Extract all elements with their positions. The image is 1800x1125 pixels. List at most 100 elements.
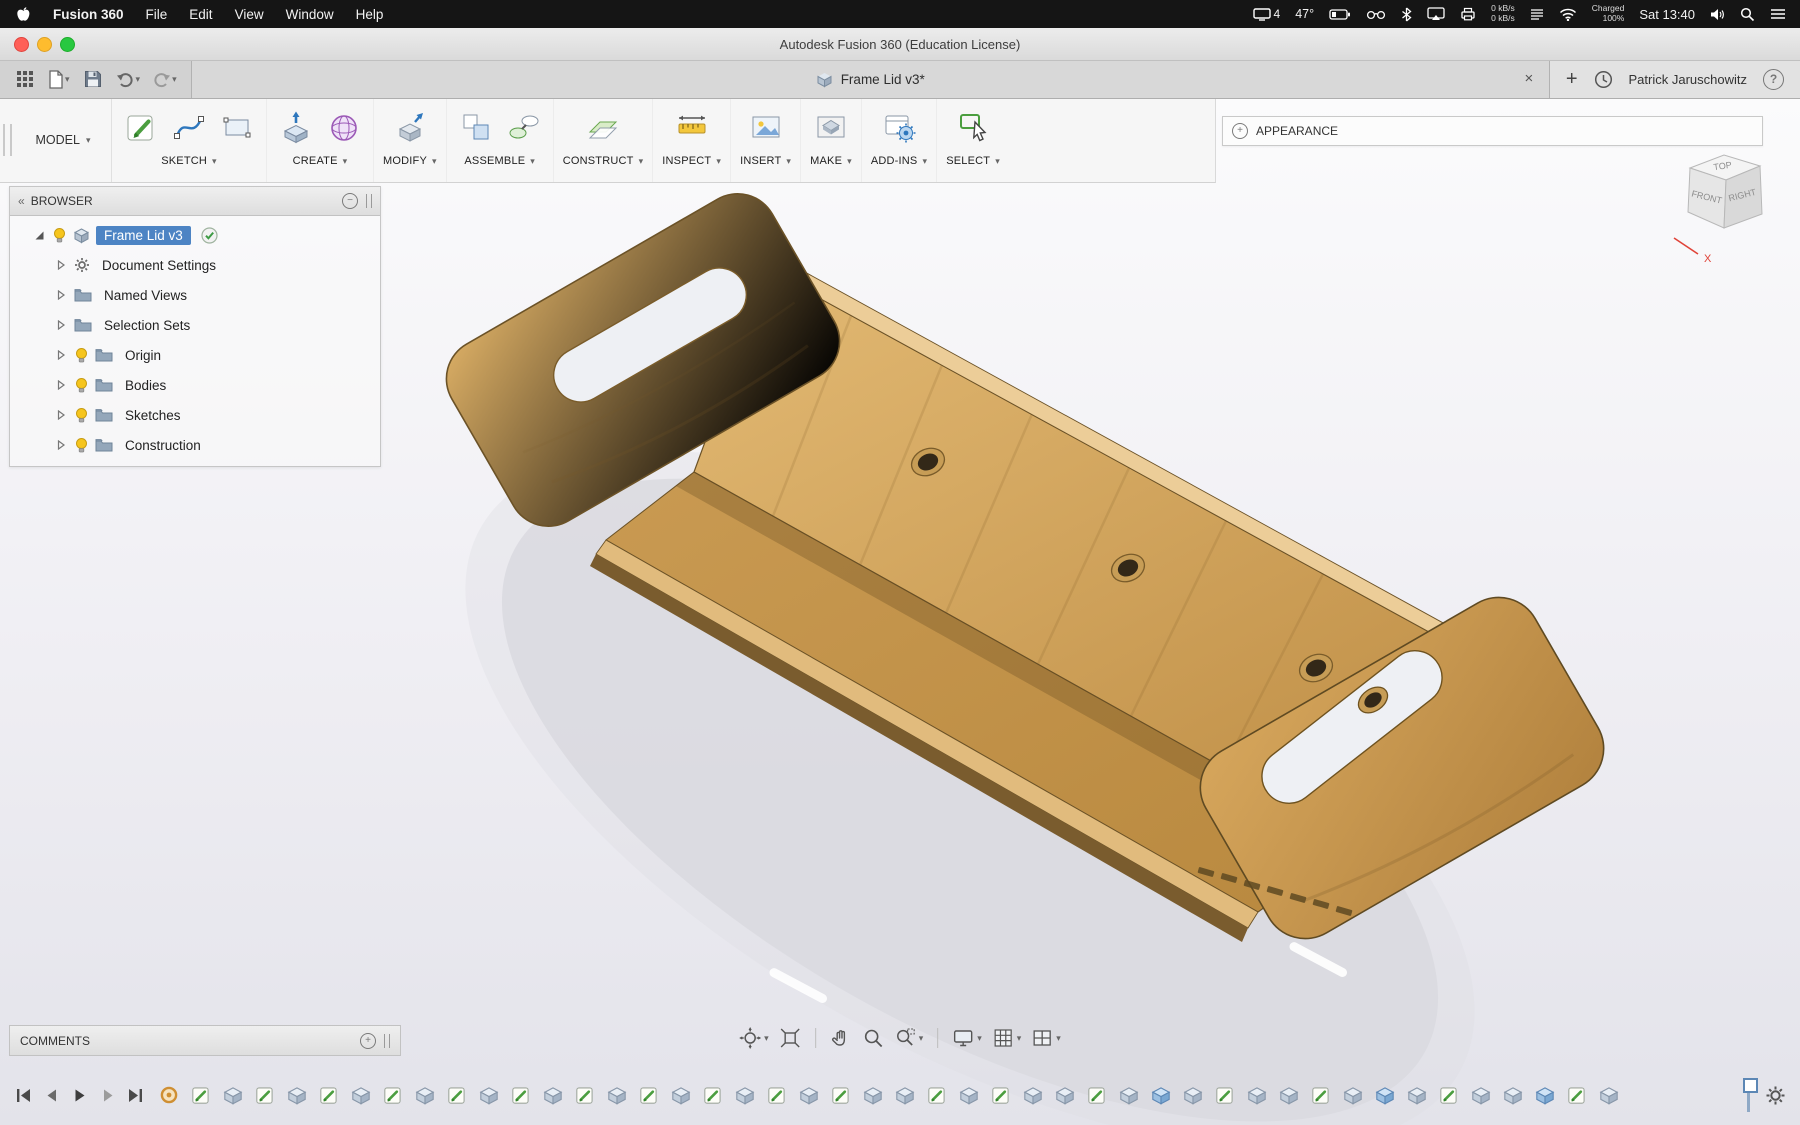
menu-item-window[interactable]: Window [286,7,334,22]
visibility-bulb-icon[interactable] [74,347,89,364]
timeline-feature-extrude[interactable] [1501,1083,1525,1107]
browser-item-selection-sets[interactable]: Selection Sets [10,310,380,340]
browser-header[interactable]: « BROWSER − [10,187,380,216]
timeline-feature-sketch[interactable] [1213,1083,1237,1107]
temperature-readout[interactable]: 47° [1295,7,1314,21]
panel-drag-handle[interactable] [366,194,372,208]
rectangle-tool-button[interactable] [217,107,257,147]
timeline-feature-sketch[interactable] [317,1083,341,1107]
timeline-feature-extrude[interactable] [221,1083,245,1107]
timeline-feature-blue[interactable] [1373,1083,1397,1107]
timeline-feature-sketch[interactable] [573,1083,597,1107]
press-pull-button[interactable] [390,107,430,147]
file-menu-button[interactable]: ▾ [48,69,70,89]
menu-item-view[interactable]: View [235,7,264,22]
spotlight-search-icon[interactable] [1740,7,1755,22]
timeline-feature-blue[interactable] [1149,1083,1173,1107]
expand-arrow-icon[interactable] [32,228,46,242]
expand-arrow-icon[interactable] [54,258,68,272]
insert-canvas-button[interactable] [746,107,786,147]
browser-item-document-settings[interactable]: Document Settings [10,250,380,280]
ribbon-group-label[interactable]: INSPECT ▾ [662,155,721,167]
timeline-feature-extrude[interactable] [1181,1083,1205,1107]
comments-bar[interactable]: COMMENTS + [9,1025,401,1056]
hide-panel-icon[interactable]: − [342,193,358,209]
construction-plane-button[interactable] [583,107,623,147]
browser-item-bodies[interactable]: Bodies [10,370,380,400]
ribbon-group-label[interactable]: CONSTRUCT ▾ [563,155,644,167]
ribbon-group-label[interactable]: MODIFY ▾ [383,155,437,167]
menu-item-file[interactable]: File [146,7,168,22]
timeline-feature-extrude[interactable] [413,1083,437,1107]
browser-item-sketches[interactable]: Sketches [10,400,380,430]
pan-tool-button[interactable] [830,1027,852,1049]
glasses-icon[interactable] [1366,8,1386,20]
play-button[interactable] [70,1086,89,1105]
new-component-button[interactable] [456,107,496,147]
expand-arrow-icon[interactable] [54,408,68,422]
recent-files-clock-icon[interactable] [1594,70,1613,89]
form-tool-button[interactable] [324,107,364,147]
timeline-feature-sketch[interactable] [445,1083,469,1107]
fit-view-button[interactable] [779,1027,801,1049]
wifi-icon[interactable] [1559,8,1577,21]
timeline-feature-extrude[interactable] [797,1083,821,1107]
timeline-feature-sketch[interactable] [189,1083,213,1107]
create-sketch-button[interactable] [121,107,161,147]
timeline-feature-sketch[interactable] [637,1083,661,1107]
display-status-icon[interactable]: 4 [1252,7,1280,21]
redo-button[interactable]: ▾ [152,71,177,88]
zoom-window-button[interactable]: ▾ [894,1027,923,1049]
grid-settings-button[interactable]: ▾ [992,1027,1021,1049]
browser-item-named-views[interactable]: Named Views [10,280,380,310]
help-button[interactable]: ? [1763,68,1784,90]
go-to-start-button[interactable] [14,1086,33,1105]
list-menu-icon[interactable] [1530,8,1544,20]
zoom-tool-button[interactable] [862,1027,884,1049]
app-grid-icon[interactable] [14,68,36,90]
toolbar-drag-handle[interactable] [3,124,12,156]
timeline-feature-extrude[interactable] [1469,1083,1493,1107]
timeline-feature-extrude[interactable] [349,1083,373,1107]
ribbon-group-label[interactable]: MAKE ▾ [810,155,852,167]
apple-icon[interactable] [16,6,31,23]
expand-comments-icon[interactable]: + [360,1032,376,1049]
timeline-feature-extrude[interactable] [861,1083,885,1107]
expand-arrow-icon[interactable] [54,378,68,392]
close-tab-icon[interactable]: × [1519,68,1539,88]
volume-icon[interactable] [1710,8,1725,21]
display-settings-button[interactable]: ▾ [952,1027,982,1049]
timeline-feature-extrude[interactable] [1341,1083,1365,1107]
browser-item-origin[interactable]: Origin [10,340,380,370]
timeline-feature-sketch[interactable] [1565,1083,1589,1107]
timeline-settings-button[interactable] [1755,1085,1800,1106]
expand-arrow-icon[interactable] [54,348,68,362]
timeline-feature-offset[interactable] [157,1083,181,1107]
timeline-feature-sketch[interactable] [509,1083,533,1107]
network-speed-readout[interactable]: 0 kB/s 0 kB/s [1491,3,1515,24]
timeline-feature-extrude[interactable] [1053,1083,1077,1107]
viewport-canvas[interactable]: + APPEARANCE TOP FRONT RIGHT X « BROWSER [0,98,1800,1125]
timeline-feature-sketch[interactable] [1437,1083,1461,1107]
ribbon-group-label[interactable]: ADD-INS ▾ [871,155,927,167]
printer-icon[interactable] [1460,7,1476,21]
browser-item-construction[interactable]: Construction [10,430,380,460]
step-back-button[interactable] [42,1086,61,1105]
timeline-feature-extrude[interactable] [1277,1083,1301,1107]
menu-app-name[interactable]: Fusion 360 [53,7,124,22]
airplay-display-icon[interactable] [1427,7,1445,21]
scripts-addins-button[interactable] [879,107,919,147]
expand-arrow-icon[interactable] [54,318,68,332]
browser-item-root[interactable]: Frame Lid v3 [10,220,380,250]
make-3d-print-button[interactable] [811,107,851,147]
measure-button[interactable] [672,107,712,147]
menu-clock[interactable]: Sat 13:40 [1639,7,1695,22]
view-cube[interactable]: TOP FRONT RIGHT X [1660,138,1790,278]
timeline-feature-blue[interactable] [1533,1083,1557,1107]
timeline-feature-extrude[interactable] [669,1083,693,1107]
timeline-feature-extrude[interactable] [733,1083,757,1107]
timeline-feature-sketch[interactable] [829,1083,853,1107]
document-tab[interactable]: Frame Lid v3* × [190,60,1550,98]
visibility-bulb-icon[interactable] [52,227,67,244]
extrude-button[interactable] [276,107,316,147]
